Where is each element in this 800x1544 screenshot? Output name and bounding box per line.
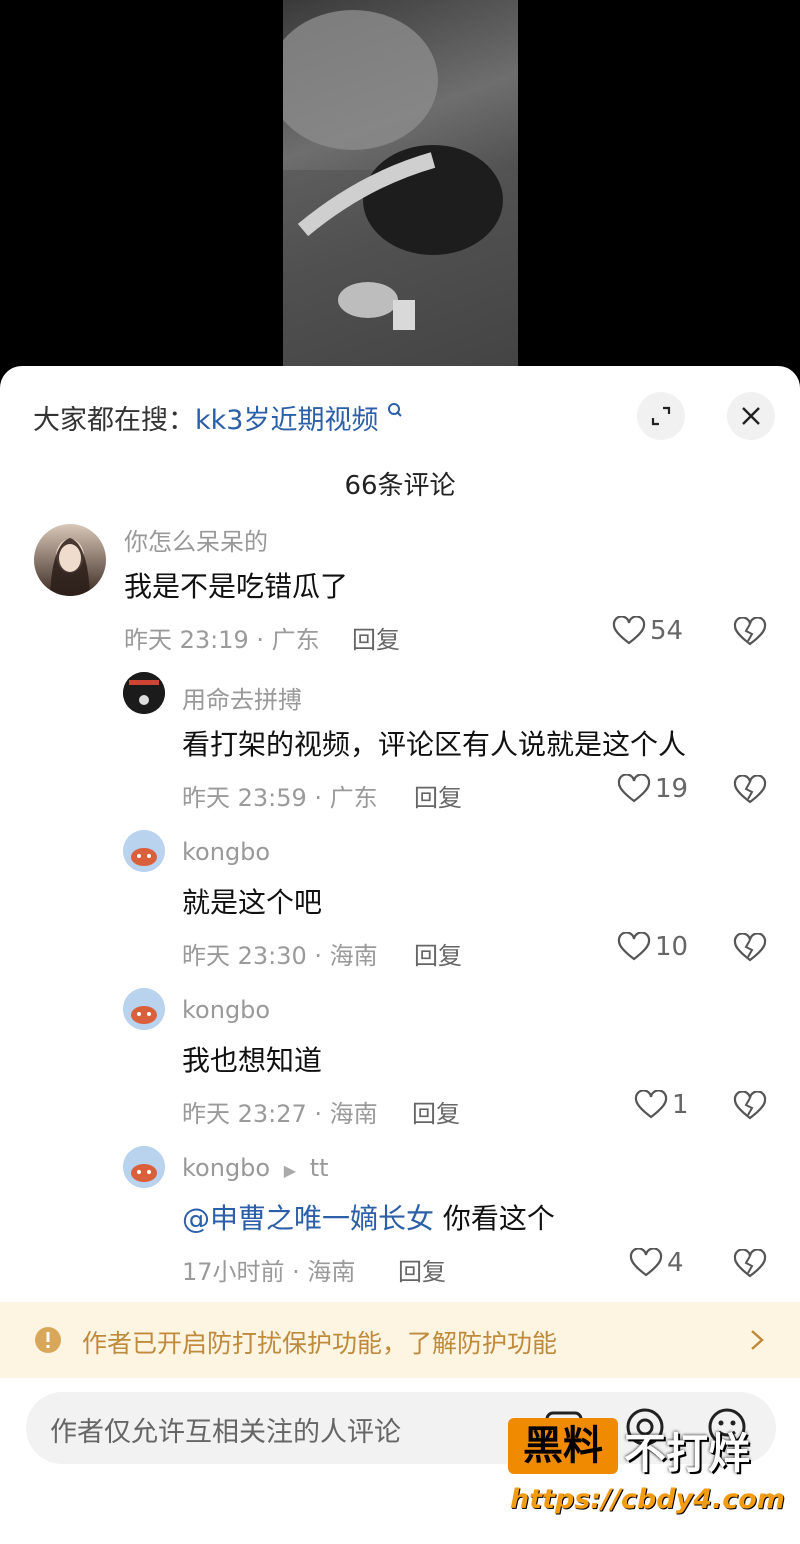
reply-button[interactable]: 回复: [352, 620, 400, 655]
dislike-button[interactable]: [733, 1090, 767, 1125]
warning-icon: [35, 1327, 61, 1353]
comment-text: @申曹之唯一嫡长女 你看这个: [182, 1197, 555, 1237]
reply-button[interactable]: 回复: [412, 1094, 460, 1129]
like-button[interactable]: 1: [634, 1090, 689, 1120]
comment-text: 我是不是吃错瓜了: [124, 570, 349, 603]
chevron-right-icon: [751, 1330, 764, 1350]
video-image: [283, 10, 518, 370]
avatar[interactable]: [123, 1146, 165, 1188]
reply-button[interactable]: 回复: [398, 1252, 446, 1287]
avatar[interactable]: [123, 988, 165, 1030]
comment-text: 我也想知道: [182, 1044, 323, 1077]
avatar[interactable]: [123, 672, 165, 714]
comment-input-placeholder: 作者仅允许互相关注的人评论: [50, 1417, 401, 1448]
trending-label: 大家都在搜：: [33, 405, 195, 436]
comment-count: 66条评论: [344, 471, 456, 501]
like-count: 10: [655, 932, 689, 962]
like-button[interactable]: 4: [629, 1248, 684, 1278]
watermark-slogan: 不打烊: [624, 1429, 751, 1478]
comment-text: 就是这个吧: [182, 886, 323, 919]
broken-heart-icon: [733, 1090, 767, 1120]
reply-button[interactable]: 回复: [414, 936, 462, 971]
avatar[interactable]: [34, 524, 106, 596]
like-count: 4: [667, 1248, 684, 1278]
username-text: kongbo: [182, 1154, 271, 1182]
comment-username[interactable]: kongbo: [182, 838, 270, 866]
like-button[interactable]: 54: [612, 616, 683, 646]
trending-search[interactable]: 大家都在搜：kk3岁近期视频: [33, 398, 403, 437]
avatar[interactable]: [123, 830, 165, 872]
expand-icon: [651, 406, 671, 426]
search-icon: [388, 403, 402, 417]
broken-heart-icon: [733, 616, 767, 646]
comment-meta: 昨天 23:30 · 海南: [182, 942, 378, 970]
comment-username[interactable]: kongbo: [182, 996, 270, 1024]
close-icon: [742, 407, 760, 425]
watermark: 黑料 不打烊 https://cbdy4.com: [508, 1418, 785, 1528]
watermark-url: https://cbdy4.com: [510, 1484, 785, 1515]
video-player[interactable]: [0, 0, 800, 380]
dislike-button[interactable]: [733, 1248, 767, 1283]
broken-heart-icon: [733, 1248, 767, 1278]
video-frame: [283, 0, 518, 370]
like-count: 19: [655, 774, 689, 804]
like-count: 1: [672, 1090, 689, 1120]
like-button[interactable]: 19: [617, 774, 688, 804]
like-count: 54: [650, 616, 684, 646]
like-button[interactable]: 10: [617, 932, 688, 962]
comment-username[interactable]: 用命去拼搏: [182, 680, 302, 715]
reply-arrow-icon: ▶: [283, 1161, 297, 1180]
comment-body: 你看这个: [434, 1202, 555, 1235]
heart-icon: [617, 932, 651, 961]
close-button[interactable]: [727, 392, 775, 440]
dislike-button[interactable]: [733, 932, 767, 967]
expand-button[interactable]: [637, 392, 685, 440]
comment-meta: 昨天 23:59 · 广东: [182, 784, 378, 812]
dislike-button[interactable]: [733, 774, 767, 809]
broken-heart-icon: [733, 774, 767, 804]
comment-text: 看打架的视频，评论区有人说就是这个人: [182, 728, 687, 761]
heart-icon: [629, 1248, 663, 1277]
broken-heart-icon: [733, 932, 767, 962]
comment-meta: 17小时前 · 海南: [182, 1258, 356, 1286]
reply-button[interactable]: 回复: [414, 778, 462, 813]
comment-meta: 昨天 23:19 · 广东: [124, 626, 320, 654]
heart-icon: [617, 774, 651, 803]
heart-icon: [634, 1090, 668, 1119]
watermark-brand: 黑料: [508, 1418, 618, 1474]
comment-username[interactable]: kongbo ▶ tt: [182, 1154, 329, 1182]
protection-notice[interactable]: 作者已开启防打扰保护功能，了解防护功能: [0, 1302, 800, 1378]
reply-to-user[interactable]: tt: [310, 1154, 329, 1182]
comment-meta: 昨天 23:27 · 海南: [182, 1100, 378, 1128]
trending-keyword[interactable]: kk3岁近期视频: [195, 405, 378, 436]
heart-icon: [612, 616, 646, 645]
comment-username[interactable]: 你怎么呆呆的: [124, 522, 268, 557]
notice-text: 作者已开启防打扰保护功能，了解防护功能: [82, 1329, 558, 1358]
dislike-button[interactable]: [733, 616, 767, 651]
mention-link[interactable]: @申曹之唯一嫡长女: [182, 1202, 434, 1235]
